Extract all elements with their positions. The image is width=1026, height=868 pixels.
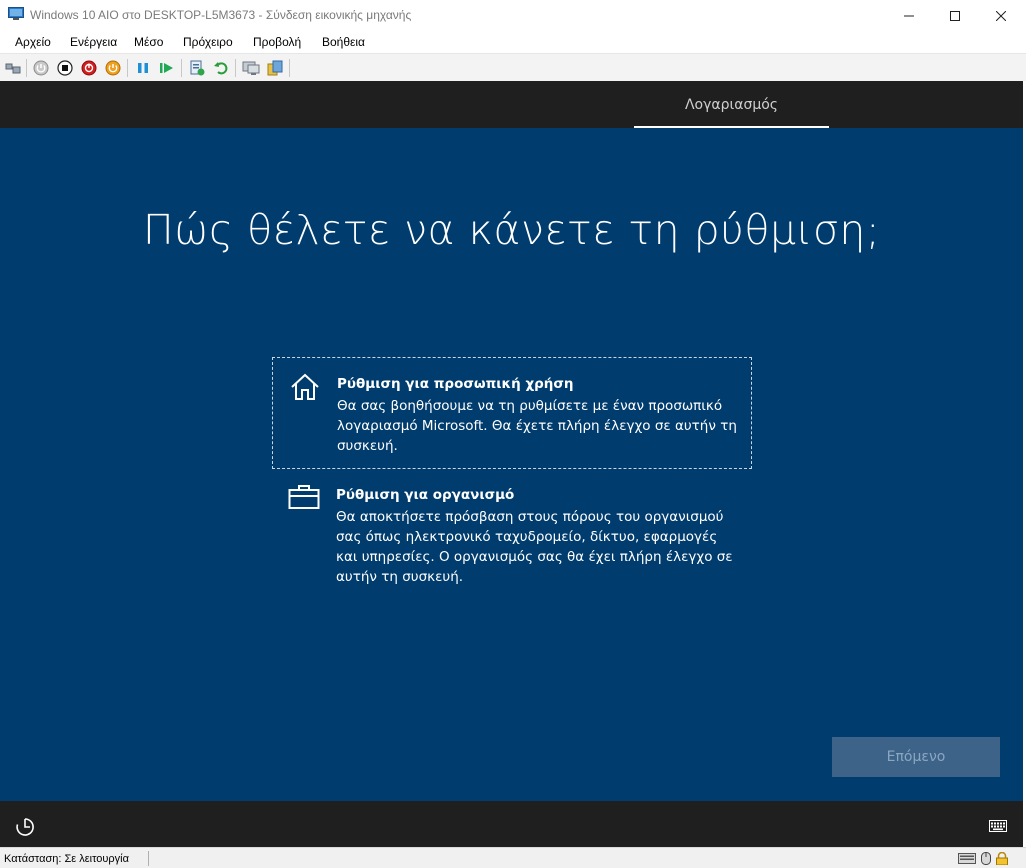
minimize-button[interactable] bbox=[886, 0, 932, 31]
resume-icon bbox=[160, 63, 173, 73]
power-icon bbox=[105, 60, 121, 76]
toolbar-separator bbox=[26, 59, 27, 77]
step-label-account: Λογαριασμός bbox=[684, 97, 779, 113]
next-button[interactable]: Επόμενο bbox=[832, 737, 1000, 777]
home-icon bbox=[291, 373, 319, 400]
lock-status-icon bbox=[996, 852, 1008, 865]
step-indicator bbox=[634, 126, 829, 128]
menu-media[interactable]: Μέσο bbox=[134, 35, 163, 49]
option-organization[interactable]: Ρύθμιση για οργανισμό Θα αποκτήσετε πρόσ… bbox=[272, 473, 752, 598]
option-personal-use[interactable]: Ρύθμιση για προσωπική χρήση Θα σας βοηθή… bbox=[272, 357, 752, 469]
enhanced-session-icon bbox=[242, 61, 260, 75]
option-organization-title: Ρύθμιση για οργανισμό bbox=[336, 487, 515, 503]
title-bar: Windows 10 AIO στο DESKTOP-L5M3673 - Σύν… bbox=[0, 0, 1026, 31]
status-bar: Κατάσταση: Σε λειτουργία bbox=[0, 847, 1026, 868]
menu-clipboard[interactable]: Πρόχειρο bbox=[183, 35, 233, 49]
menu-help[interactable]: Βοήθεια bbox=[322, 35, 365, 49]
toolbar-separator bbox=[289, 59, 290, 77]
option-personal-title: Ρύθμιση για προσωπική χρήση bbox=[337, 376, 574, 392]
vm-connection-icon bbox=[8, 7, 24, 20]
keyboard-status-icon bbox=[958, 853, 976, 864]
revert-button[interactable] bbox=[212, 59, 230, 77]
vm-screen[interactable]: Λογαριασμός Πώς θέλετε να κάνετε τη ρύθμ… bbox=[0, 81, 1023, 847]
minimize-icon bbox=[904, 15, 914, 16]
shut-down-button[interactable] bbox=[80, 59, 98, 77]
keyboard-icon[interactable] bbox=[989, 820, 1007, 832]
shut-down-icon bbox=[81, 60, 97, 76]
maximize-icon bbox=[950, 10, 960, 21]
ctrl-alt-del-icon bbox=[5, 63, 21, 74]
start-button[interactable] bbox=[32, 59, 50, 77]
menu-view[interactable]: Προβολή bbox=[253, 35, 301, 49]
mouse-status-icon bbox=[981, 852, 991, 865]
menu-action[interactable]: Ενέργεια bbox=[70, 35, 117, 49]
oobe-header: Λογαριασμός bbox=[0, 81, 1023, 128]
enhanced-session-button[interactable] bbox=[242, 59, 260, 77]
share-button[interactable] bbox=[266, 59, 284, 77]
checkpoint-button[interactable] bbox=[188, 59, 206, 77]
toolbar-separator bbox=[235, 59, 236, 77]
ctrl-alt-del-button[interactable] bbox=[4, 59, 22, 77]
oobe-footer bbox=[0, 801, 1023, 847]
ease-of-access-icon[interactable] bbox=[15, 817, 35, 837]
menu-file[interactable]: Αρχείο bbox=[15, 35, 51, 49]
toolbar-separator bbox=[181, 59, 182, 77]
turn-off-button[interactable] bbox=[56, 59, 74, 77]
option-personal-description: Θα σας βοηθήσουμε να τη ρυθμίσετε με ένα… bbox=[337, 398, 737, 454]
start-icon bbox=[33, 60, 49, 76]
pause-button[interactable] bbox=[134, 59, 152, 77]
turn-off-icon bbox=[57, 60, 73, 76]
checkpoint-icon bbox=[190, 60, 205, 76]
revert-icon bbox=[214, 62, 228, 75]
close-button[interactable] bbox=[978, 0, 1024, 31]
status-separator bbox=[148, 851, 149, 866]
pause-icon bbox=[138, 63, 148, 73]
close-icon bbox=[996, 10, 1006, 21]
briefcase-icon bbox=[288, 485, 320, 509]
status-text: Κατάσταση: Σε λειτουργία bbox=[4, 853, 129, 865]
toolbar-separator bbox=[127, 59, 128, 77]
option-organization-description: Θα αποκτήσετε πρόσβαση στους πόρους του … bbox=[336, 509, 733, 585]
maximize-button[interactable] bbox=[932, 0, 978, 31]
window-title: Windows 10 AIO στο DESKTOP-L5M3673 - Σύν… bbox=[30, 8, 412, 22]
resume-button[interactable] bbox=[158, 59, 176, 77]
page-title: Πώς θέλετε να κάνετε τη ρύθμιση; bbox=[142, 206, 881, 254]
power-button[interactable] bbox=[104, 59, 122, 77]
share-icon bbox=[267, 60, 283, 76]
menu-bar: Αρχείο Ενέργεια Μέσο Πρόχειρο Προβολή Βο… bbox=[0, 31, 1026, 53]
toolbar bbox=[0, 53, 1026, 81]
